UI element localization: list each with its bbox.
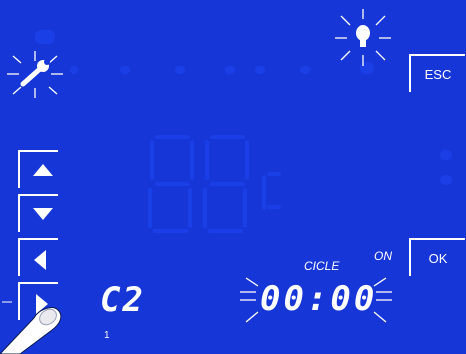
down-button[interactable] <box>18 194 58 232</box>
ok-button[interactable]: OK <box>409 238 465 276</box>
esc-button-label: ESC <box>424 66 452 82</box>
lcd-display: ESC OK C2 1 CICLE ON 00:00 <box>0 0 466 354</box>
ok-button-label: OK <box>428 250 448 266</box>
left-button[interactable] <box>18 238 58 276</box>
wrench-icon <box>7 51 63 98</box>
pointing-hand-icon <box>0 301 62 354</box>
lightbulb-icon <box>335 9 391 66</box>
esc-button[interactable]: ESC <box>409 54 465 92</box>
time-display: 00:00 <box>260 279 378 319</box>
up-arrow-icon <box>33 164 53 176</box>
on-label: ON <box>374 249 392 263</box>
left-arrow-icon <box>34 250 46 270</box>
up-button[interactable] <box>18 150 58 188</box>
program-index: 1 <box>104 330 110 341</box>
down-arrow-icon <box>33 208 53 220</box>
program-display: C2 <box>100 280 145 320</box>
